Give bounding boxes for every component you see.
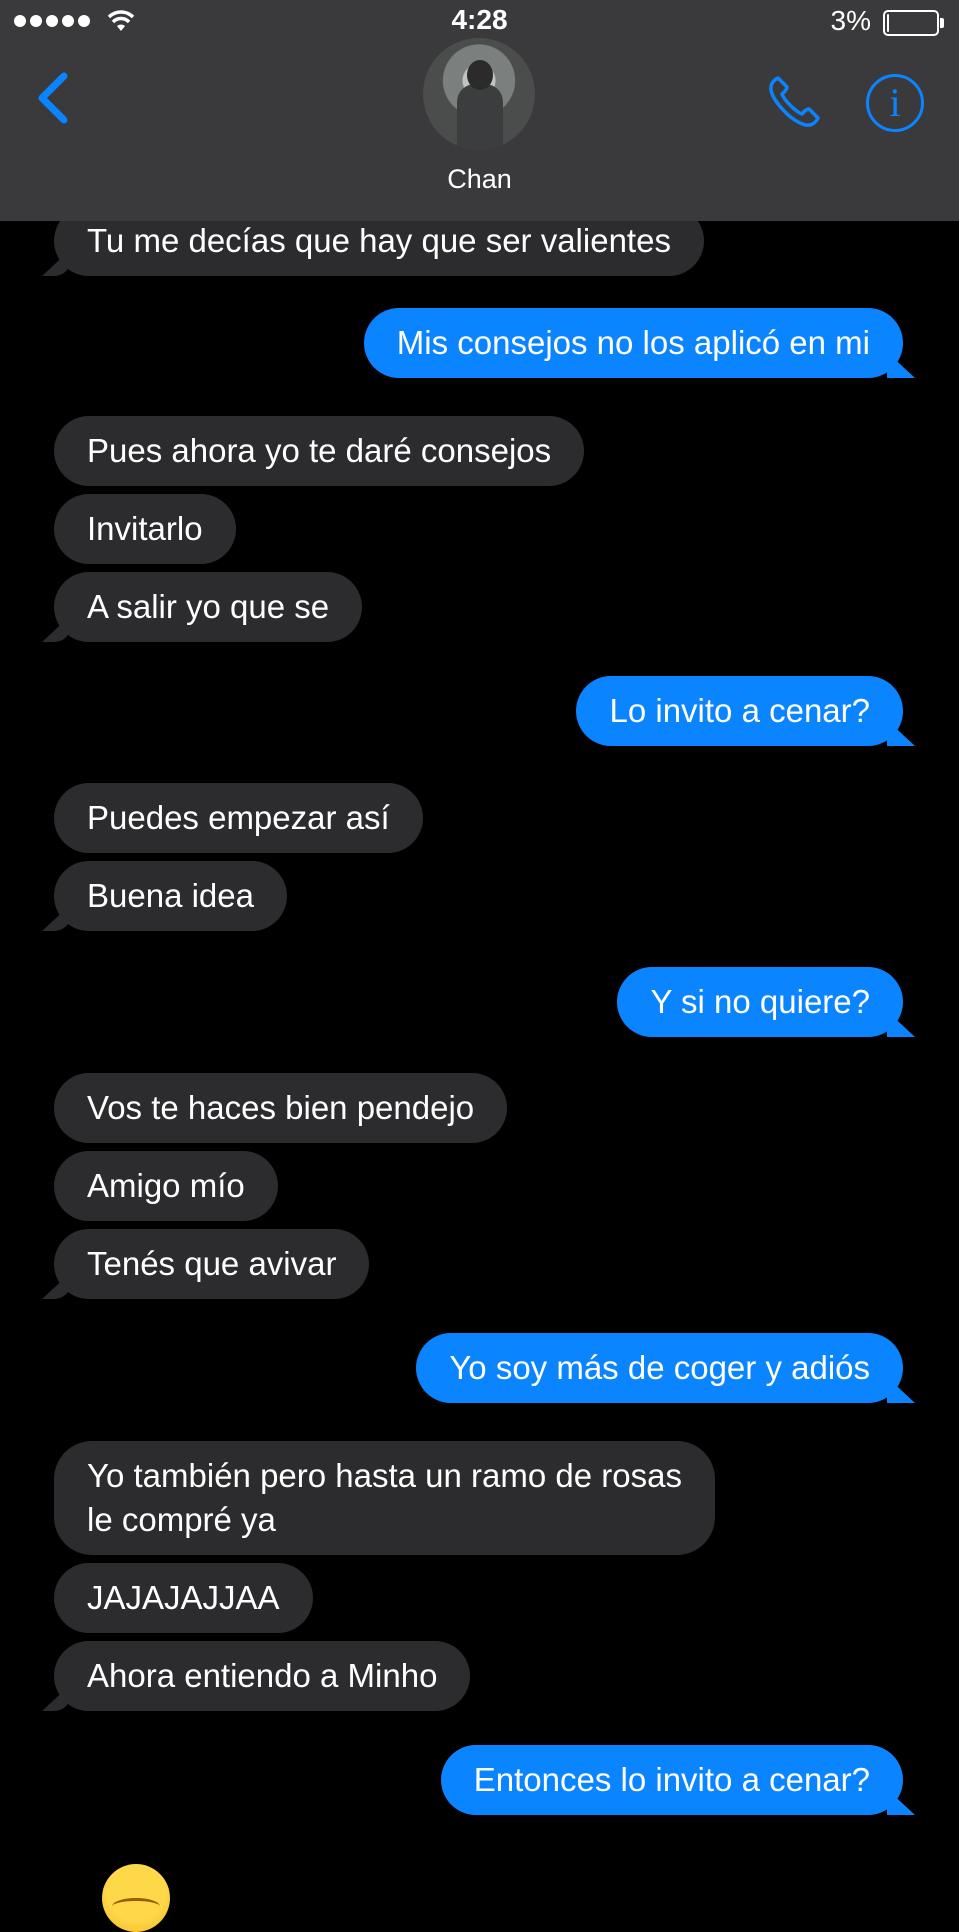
- incoming-message-bubble[interactable]: Pues ahora yo te daré consejos: [54, 416, 585, 486]
- incoming-message-bubble[interactable]: Puedes empezar así: [54, 783, 423, 853]
- info-icon[interactable]: i: [866, 74, 924, 132]
- contact-name[interactable]: Chan: [0, 164, 959, 195]
- battery-icon: [883, 10, 944, 36]
- incoming-message-bubble[interactable]: Buena idea: [54, 861, 287, 931]
- battery-percent: 3%: [830, 5, 871, 36]
- incoming-message-bubble[interactable]: Tenés que avivar: [54, 1229, 370, 1299]
- outgoing-message-bubble[interactable]: Mis consejos no los aplicó en mi: [363, 308, 903, 378]
- incoming-message-bubble[interactable]: Vos te haces bien pendejo: [54, 1073, 508, 1143]
- incoming-message-bubble[interactable]: JAJAJAJJAA: [54, 1563, 313, 1633]
- back-chevron-icon[interactable]: [30, 68, 80, 128]
- incoming-message-bubble[interactable]: Yo también pero hasta un ramo de rosas l…: [54, 1441, 715, 1555]
- incoming-message-bubble[interactable]: Invitarlo: [54, 494, 236, 564]
- incoming-message-bubble[interactable]: Ahora entiendo a Minho: [54, 1641, 471, 1711]
- emoji-reaction: [102, 1864, 170, 1932]
- outgoing-message-bubble[interactable]: Y si no quiere?: [617, 967, 903, 1037]
- incoming-message-bubble[interactable]: A salir yo que se: [54, 572, 363, 642]
- outgoing-message-bubble[interactable]: Lo invito a cenar?: [576, 676, 903, 746]
- chat-header: 4:28 3% Chan i: [0, 0, 959, 221]
- outgoing-message-bubble[interactable]: Entonces lo invito a cenar?: [440, 1745, 903, 1815]
- phone-icon[interactable]: [764, 72, 824, 132]
- outgoing-message-bubble[interactable]: Yo soy más de coger y adiós: [416, 1333, 903, 1403]
- incoming-message-bubble[interactable]: Amigo mío: [54, 1151, 278, 1221]
- contact-avatar[interactable]: [423, 38, 535, 150]
- status-time: 4:28: [451, 4, 508, 35]
